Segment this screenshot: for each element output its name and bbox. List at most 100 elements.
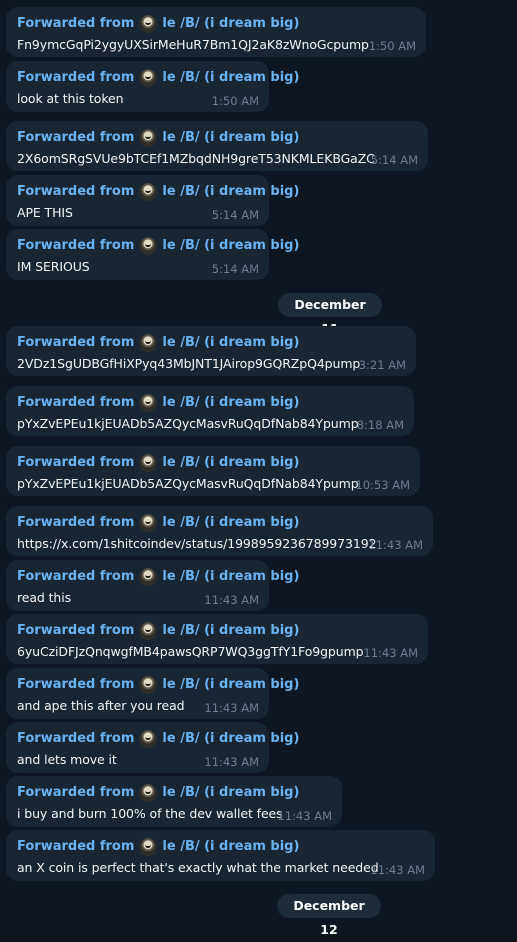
message-bubble[interactable]: Forwarded from le /B/ (i dream big) i bu… [6,776,342,827]
forwarded-sender[interactable]: le /B/ (i dream big) [162,784,299,802]
forwarded-sender[interactable]: le /B/ (i dream big) [162,15,299,33]
forwarded-header[interactable]: Forwarded from le /B/ (i dream big) [17,730,299,748]
message-bubble[interactable]: Forwarded from le /B/ (i dream big) APE … [6,175,299,226]
message-bubble[interactable]: Forwarded from le /B/ (i dream big) and … [6,668,299,719]
message-time: 1:50 AM [211,94,259,108]
message-bubble[interactable]: Forwarded from le /B/ (i dream big) IM S… [6,229,299,280]
avatar [139,129,158,147]
forwarded-sender[interactable]: le /B/ (i dream big) [162,730,299,748]
message-time: 11:43 AM [363,646,418,660]
forwarded-label: Forwarded from [17,335,135,350]
forwarded-label: Forwarded from [17,70,135,85]
avatar [139,676,158,694]
message-time: 11:43 AM [368,538,423,552]
date-separator: December 12 [277,894,381,937]
forwarded-label: Forwarded from [17,16,135,31]
forwarded-header[interactable]: Forwarded from le /B/ (i dream big) [17,568,299,586]
message-bubble[interactable]: Forwarded from le /B/ (i dream big) 6yuC… [6,614,428,664]
avatar [139,784,158,802]
message-text: pYxZvEPEu1kjEUADb5AZQycMasvRuQqDfNab84Yp… [17,476,359,491]
avatar [139,334,158,352]
forwarded-sender[interactable]: le /B/ (i dream big) [162,676,299,694]
forwarded-sender[interactable]: le /B/ (i dream big) [162,622,299,640]
message-time: 10:53 AM [355,478,410,492]
message-bubble[interactable]: Forwarded from le /B/ (i dream big) an X… [6,830,435,881]
forwarded-header[interactable]: Forwarded from le /B/ (i dream big) [17,838,425,856]
message-text: 6yuCziDFJzQnqwgfMB4pawsQRP7WQ3ggTfY1Fo9g… [17,644,364,659]
forwarded-label: Forwarded from [17,839,135,854]
forwarded-header[interactable]: Forwarded from le /B/ (i dream big) [17,676,299,694]
message-bubble[interactable]: Forwarded from le /B/ (i dream big) pYxZ… [6,386,414,436]
forwarded-header[interactable]: Forwarded from le /B/ (i dream big) [17,514,423,532]
forwarded-label: Forwarded from [17,569,135,584]
forwarded-label: Forwarded from [17,130,135,145]
message-time: 5:14 AM [211,208,259,222]
forwarded-sender[interactable]: le /B/ (i dream big) [162,394,299,412]
avatar [139,730,158,748]
message-time: 5:14 AM [370,153,418,167]
date-separator: December 11 [278,293,382,336]
forwarded-sender[interactable]: le /B/ (i dream big) [162,69,299,87]
avatar [139,622,158,640]
message-time: 1:50 AM [368,39,416,53]
forwarded-header[interactable]: Forwarded from le /B/ (i dream big) [17,69,299,87]
forwarded-label: Forwarded from [17,184,135,199]
avatar [139,838,158,856]
message-link[interactable]: https://x.com/1shitcoindev/status/199895… [17,535,423,553]
message-bubble[interactable]: Forwarded from le /B/ (i dream big) http… [6,506,433,556]
message-bubble[interactable]: Forwarded from le /B/ (i dream big) pYxZ… [6,446,420,496]
forwarded-header[interactable]: Forwarded from le /B/ (i dream big) [17,15,416,33]
message-time: 11:43 AM [204,593,259,607]
forwarded-sender[interactable]: le /B/ (i dream big) [162,237,299,255]
message-text: pYxZvEPEu1kjEUADb5AZQycMasvRuQqDfNab84Yp… [17,416,359,431]
forwarded-header[interactable]: Forwarded from le /B/ (i dream big) [17,622,418,640]
forwarded-sender[interactable]: le /B/ (i dream big) [162,568,299,586]
forwarded-label: Forwarded from [17,677,135,692]
message-text: 2VDz1SgUDBGfHiXPyq43MbJNT1JAirop9GQRZpQ4… [17,356,361,371]
forwarded-label: Forwarded from [17,515,135,530]
forwarded-label: Forwarded from [17,731,135,746]
forwarded-label: Forwarded from [17,623,135,638]
forwarded-sender[interactable]: le /B/ (i dream big) [162,454,299,472]
forwarded-header[interactable]: Forwarded from le /B/ (i dream big) [17,394,404,412]
forwarded-sender[interactable]: le /B/ (i dream big) [162,183,299,201]
avatar [139,69,158,87]
message-time: 8:18 AM [356,418,404,432]
message-bubble[interactable]: Forwarded from le /B/ (i dream big) 2VDz… [6,326,416,376]
forwarded-header[interactable]: Forwarded from le /B/ (i dream big) [17,237,299,255]
forwarded-header[interactable]: Forwarded from le /B/ (i dream big) [17,454,410,472]
message-bubble[interactable]: Forwarded from le /B/ (i dream big) read… [6,560,299,611]
message-bubble[interactable]: Forwarded from le /B/ (i dream big) and … [6,722,299,773]
forwarded-header[interactable]: Forwarded from le /B/ (i dream big) [17,129,418,147]
forwarded-header[interactable]: Forwarded from le /B/ (i dream big) [17,183,299,201]
message-text: Fn9ymcGqPi2ygyUXSirMeHuR7Bm1QJ2aK8zWnoGc… [17,37,369,52]
forwarded-label: Forwarded from [17,455,135,470]
forwarded-sender[interactable]: le /B/ (i dream big) [162,129,299,147]
forwarded-label: Forwarded from [17,238,135,253]
message-time: 11:43 AM [277,809,332,823]
message-text: an X coin is perfect that's exactly what… [17,860,379,875]
forwarded-sender[interactable]: le /B/ (i dream big) [162,514,299,532]
forwarded-header[interactable]: Forwarded from le /B/ (i dream big) [17,334,406,352]
forwarded-sender[interactable]: le /B/ (i dream big) [162,838,299,856]
message-bubble[interactable]: Forwarded from le /B/ (i dream big) 2X6o… [6,121,428,171]
forwarded-label: Forwarded from [17,395,135,410]
avatar [139,568,158,586]
message-time: 11:43 AM [204,701,259,715]
message-time: 5:14 AM [211,262,259,276]
avatar [139,15,158,33]
avatar [139,454,158,472]
avatar [139,237,158,255]
forwarded-header[interactable]: Forwarded from le /B/ (i dream big) [17,784,332,802]
message-time: 3:21 AM [358,358,406,372]
avatar [139,183,158,201]
avatar [139,394,158,412]
forwarded-sender[interactable]: le /B/ (i dream big) [162,334,299,352]
message-time: 11:43 AM [204,755,259,769]
message-time: 11:43 AM [370,863,425,877]
avatar [139,514,158,532]
message-bubble[interactable]: Forwarded from le /B/ (i dream big) look… [6,61,299,112]
forwarded-label: Forwarded from [17,785,135,800]
message-bubble[interactable]: Forwarded from le /B/ (i dream big) Fn9y… [6,7,426,57]
message-text: 2X6omSRgSVUe9bTCEf1MZbqdNH9greT53NKMLEKB… [17,151,375,166]
